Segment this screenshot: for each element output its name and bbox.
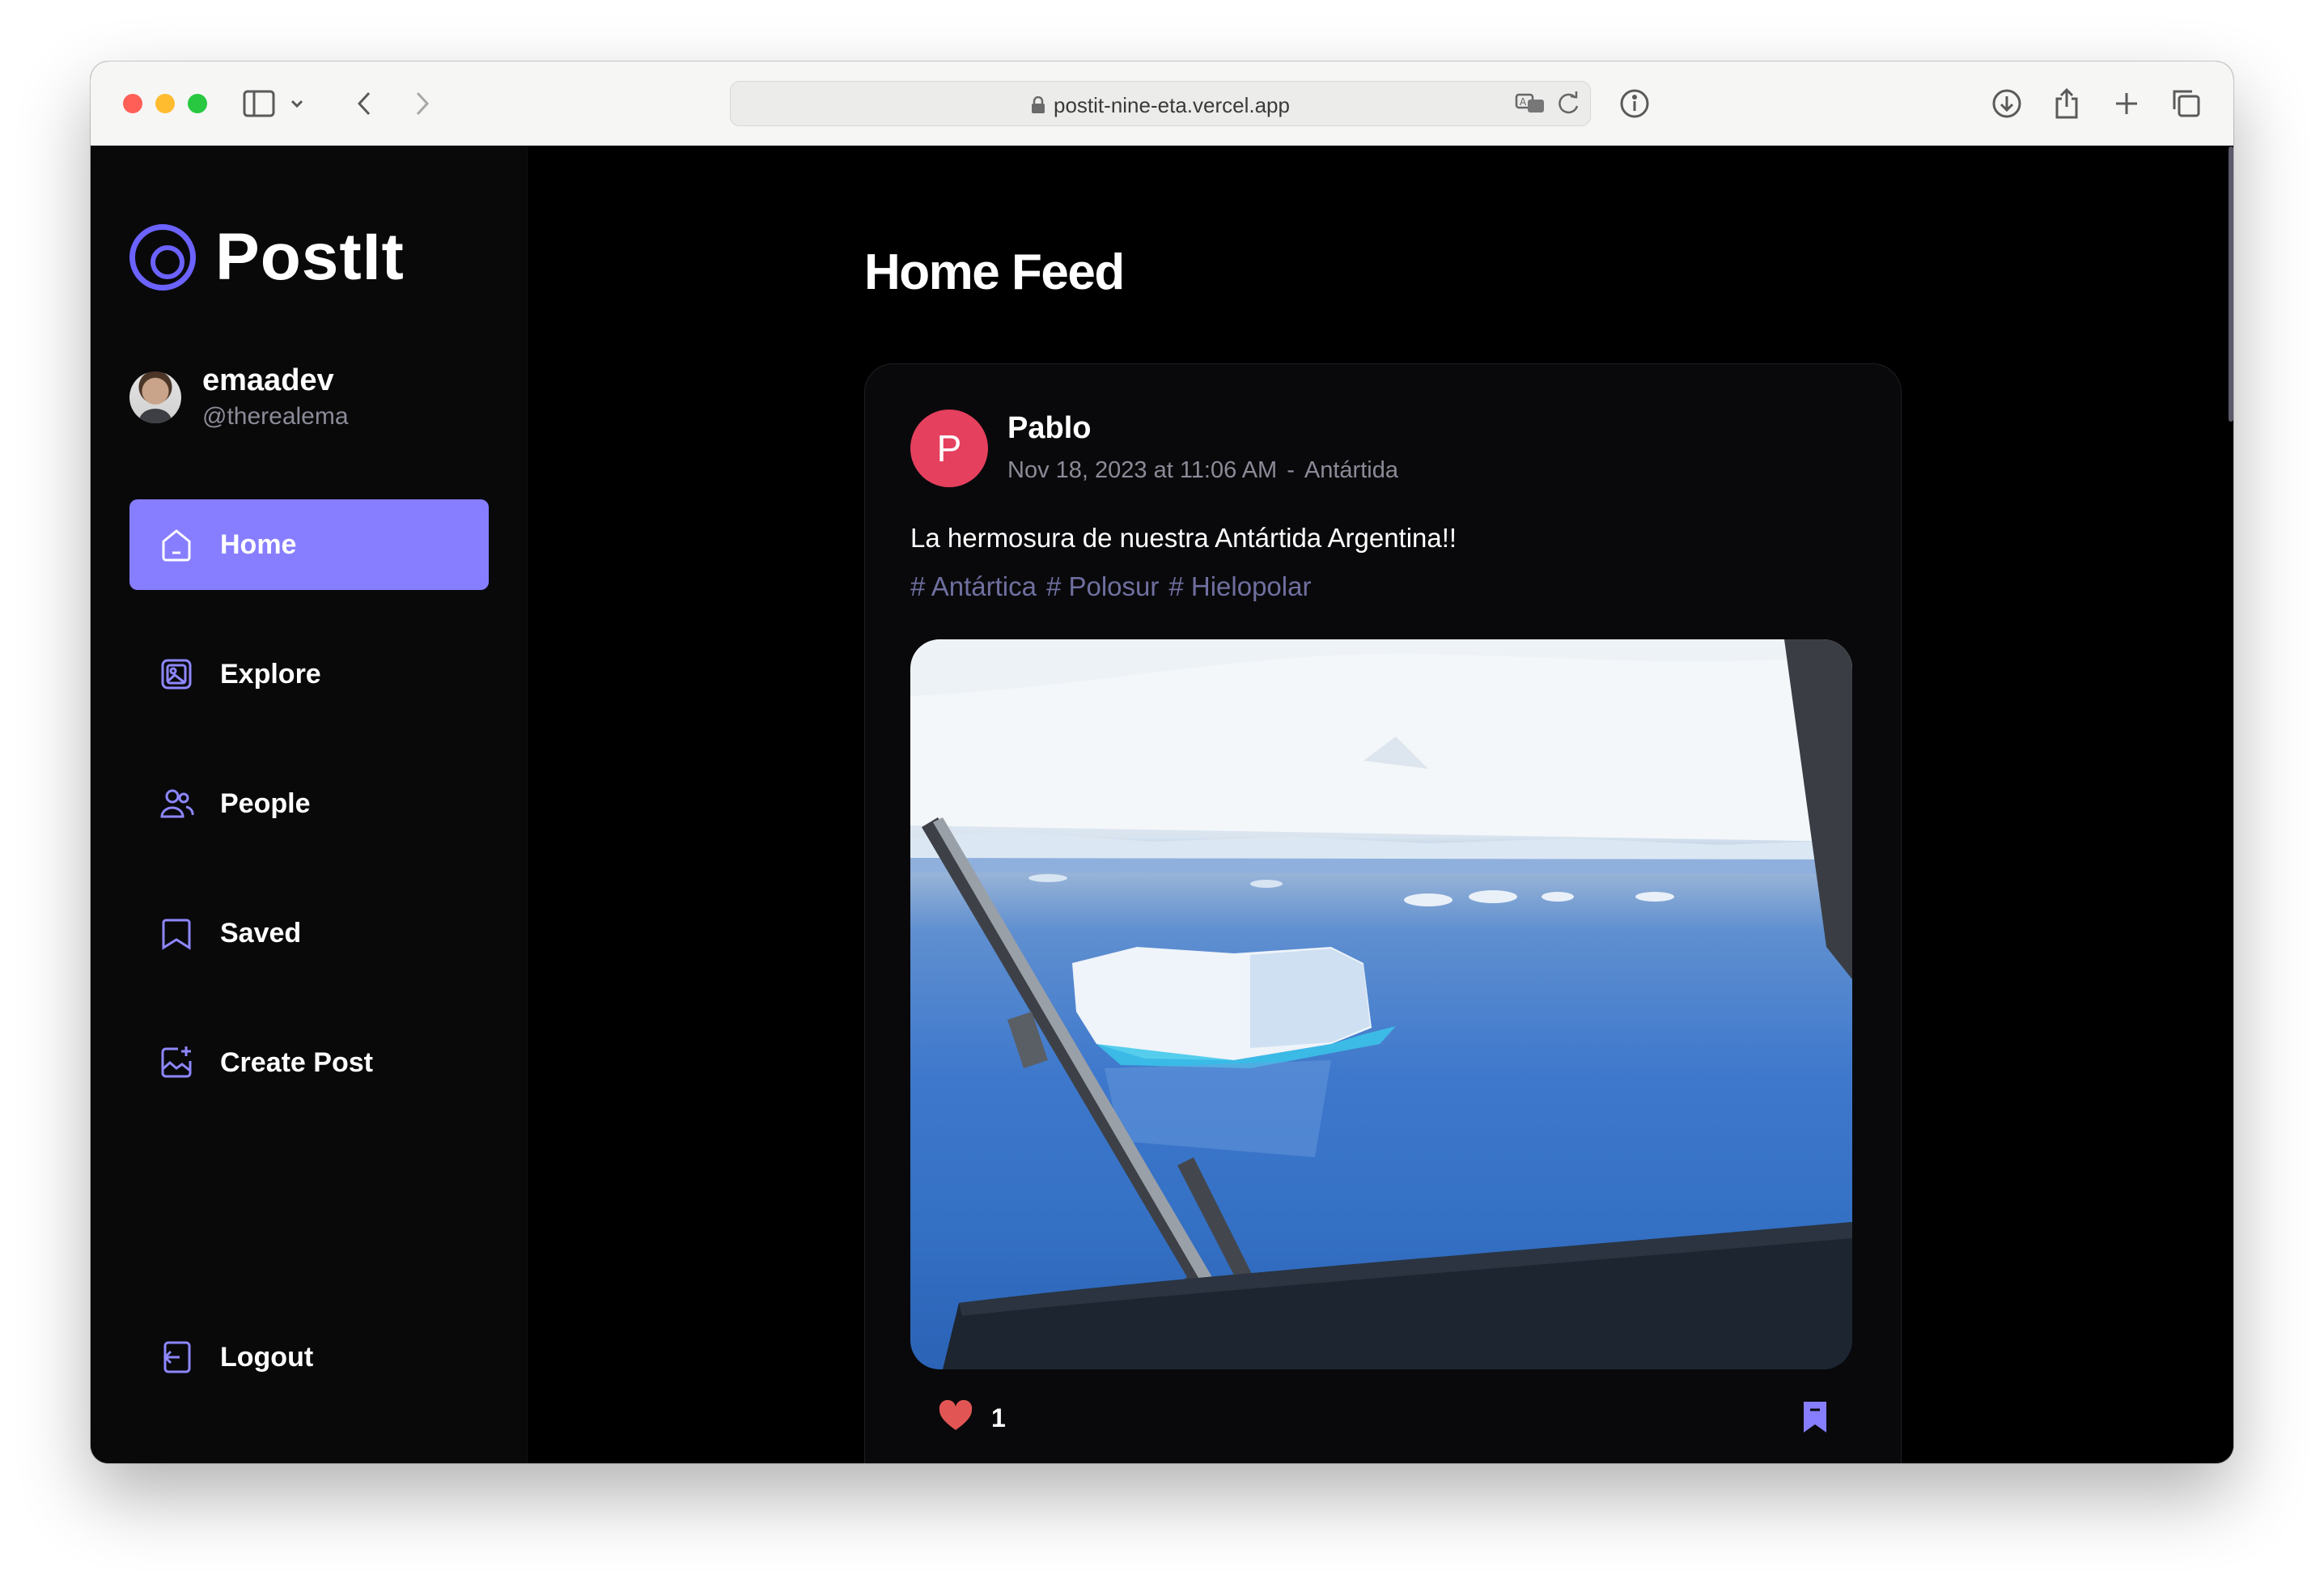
back-icon[interactable]	[346, 86, 382, 121]
sidebar-item-people[interactable]: People	[129, 758, 489, 849]
tab-overview-icon[interactable]	[2169, 86, 2204, 121]
like-count: 1	[991, 1403, 1006, 1432]
post-actions: 1	[938, 1399, 1006, 1437]
close-window-button[interactable]	[123, 94, 142, 113]
sidebar-item-label: Explore	[220, 658, 321, 690]
post-card: P Pablo Nov 18, 2023 at 11:06 AM - Antárti…	[864, 363, 1902, 1463]
logout-label: Logout	[220, 1341, 314, 1373]
post-meta: Nov 18, 2023 at 11:06 AM - Antártida	[1007, 457, 1398, 484]
saved-icon	[162, 919, 191, 950]
create-post-icon	[161, 1046, 192, 1078]
save-post-button[interactable]	[1800, 1398, 1830, 1438]
new-tab-icon[interactable]	[2109, 86, 2144, 121]
sidebar-item-label: Create Post	[220, 1046, 373, 1078]
address-bar[interactable]: postit-nine-eta.vercel.app A	[730, 81, 1591, 126]
sidebar-item-home[interactable]: Home	[129, 499, 489, 590]
meta-separator: -	[1287, 457, 1295, 483]
bookmark-filled-icon	[1804, 1402, 1826, 1432]
browser-toolbar: postit-nine-eta.vercel.app A	[91, 62, 2233, 146]
chevron-down-icon[interactable]	[285, 86, 309, 121]
postit-logo[interactable]: PostIt	[129, 219, 405, 295]
post-tag[interactable]: # Hielopolar	[1168, 571, 1311, 601]
sidebar-item-saved[interactable]: Saved	[129, 888, 489, 978]
page-title: Home Feed	[864, 244, 1125, 300]
reload-icon[interactable]	[1554, 88, 1582, 123]
logout-icon	[163, 1341, 191, 1373]
maximize-window-button[interactable]	[188, 94, 207, 113]
profile-summary[interactable]: emaadev @therealema	[129, 363, 349, 431]
sidebar-toggle-icon[interactable]	[241, 86, 277, 121]
post-author-avatar[interactable]: P	[910, 410, 988, 487]
antarctic-landscape-image	[910, 639, 1852, 1369]
svg-text:A: A	[1520, 96, 1527, 108]
sidebar-item-label: Saved	[220, 917, 302, 949]
like-button[interactable]	[938, 1399, 973, 1437]
post-tag[interactable]: # Antártica	[910, 571, 1037, 601]
heart-icon	[939, 1399, 973, 1430]
profile-name: emaadev	[202, 363, 334, 397]
translate-icon[interactable]: A	[1514, 88, 1546, 123]
left-sidebar: PostIt emaadev @therealema Home Explore	[91, 146, 528, 1463]
sidebar-item-label: Home	[220, 528, 297, 560]
share-icon[interactable]	[2049, 86, 2084, 121]
sidebar-item-create-post[interactable]: Create Post	[129, 1017, 489, 1108]
profile-handle: @therealema	[202, 403, 349, 430]
url-text: postit-nine-eta.vercel.app	[1054, 93, 1290, 117]
info-icon[interactable]	[1617, 86, 1652, 121]
avatar	[129, 371, 181, 423]
post-image[interactable]	[910, 639, 1852, 1369]
post-header: P Pablo Nov 18, 2023 at 11:06 AM - Antárti…	[910, 410, 1398, 487]
people-icon	[160, 789, 194, 818]
explore-icon	[161, 659, 192, 690]
forward-icon[interactable]	[405, 86, 440, 121]
post-caption: La hermosura de nuestra Antártida Argent…	[910, 523, 1457, 553]
post-date: Nov 18, 2023 at 11:06 AM	[1007, 457, 1278, 483]
browser-window: postit-nine-eta.vercel.app A PostIt emaa…	[91, 62, 2233, 1463]
minimize-window-button[interactable]	[155, 94, 175, 113]
page-scrollbar[interactable]	[2229, 146, 2233, 422]
main-content: Home Feed P Pablo Nov 18, 2023 at 11:06 …	[528, 146, 2233, 1463]
download-icon[interactable]	[1989, 86, 2025, 121]
home-icon	[162, 529, 191, 562]
logo-text: PostIt	[215, 220, 405, 294]
app-container: PostIt emaadev @therealema Home Explore	[91, 146, 2233, 1463]
lock-icon	[1031, 95, 1045, 120]
sidebar-nav: Home Explore People Saved Create Post	[129, 499, 489, 1147]
post-author-name[interactable]: Pablo	[1007, 411, 1398, 446]
sidebar-item-label: People	[220, 787, 311, 819]
post-location: Antártida	[1304, 457, 1398, 483]
post-tag[interactable]: # Polosur	[1046, 571, 1159, 601]
post-tags: # Antártica # Polosur # Hielopolar	[910, 571, 1321, 602]
logo-icon	[129, 224, 196, 291]
logout-container: Logout	[129, 1312, 489, 1403]
logout-button[interactable]: Logout	[129, 1312, 489, 1403]
sidebar-item-explore[interactable]: Explore	[129, 629, 489, 719]
